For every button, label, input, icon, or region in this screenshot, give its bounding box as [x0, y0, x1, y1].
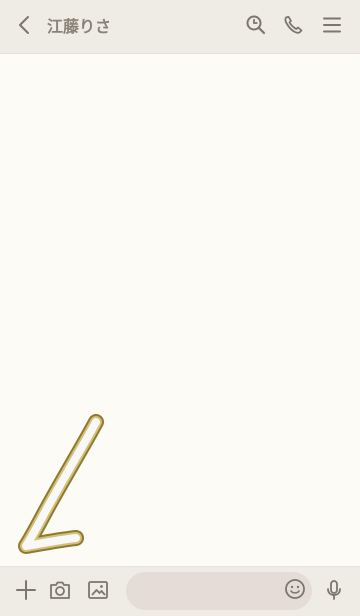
- menu-button[interactable]: [319, 14, 345, 40]
- back-icon: [14, 14, 36, 40]
- emoji-button[interactable]: [282, 578, 308, 604]
- search-button[interactable]: [243, 14, 269, 40]
- message-field[interactable]: [140, 572, 270, 610]
- chat-header: 江藤りさ: [0, 0, 360, 54]
- chat-footer: [0, 566, 360, 616]
- message-input[interactable]: [126, 572, 312, 610]
- back-button[interactable]: [12, 14, 38, 40]
- chat-screen: 江藤りさ: [0, 0, 360, 616]
- call-button[interactable]: [280, 14, 306, 40]
- camera-icon: [48, 578, 72, 606]
- image-icon: [86, 578, 110, 606]
- emoji-icon: [283, 577, 307, 605]
- search-icon: [244, 13, 268, 41]
- phone-icon: [281, 13, 305, 41]
- gold-check-decoration: [8, 414, 112, 564]
- image-button[interactable]: [85, 579, 111, 605]
- voice-button[interactable]: [321, 579, 347, 605]
- camera-button[interactable]: [47, 579, 73, 605]
- plus-icon: [14, 578, 38, 606]
- menu-icon: [321, 14, 343, 40]
- chat-area: [0, 54, 360, 566]
- add-button[interactable]: [13, 579, 39, 605]
- chat-title: 江藤りさ: [47, 17, 112, 36]
- mic-icon: [322, 578, 346, 606]
